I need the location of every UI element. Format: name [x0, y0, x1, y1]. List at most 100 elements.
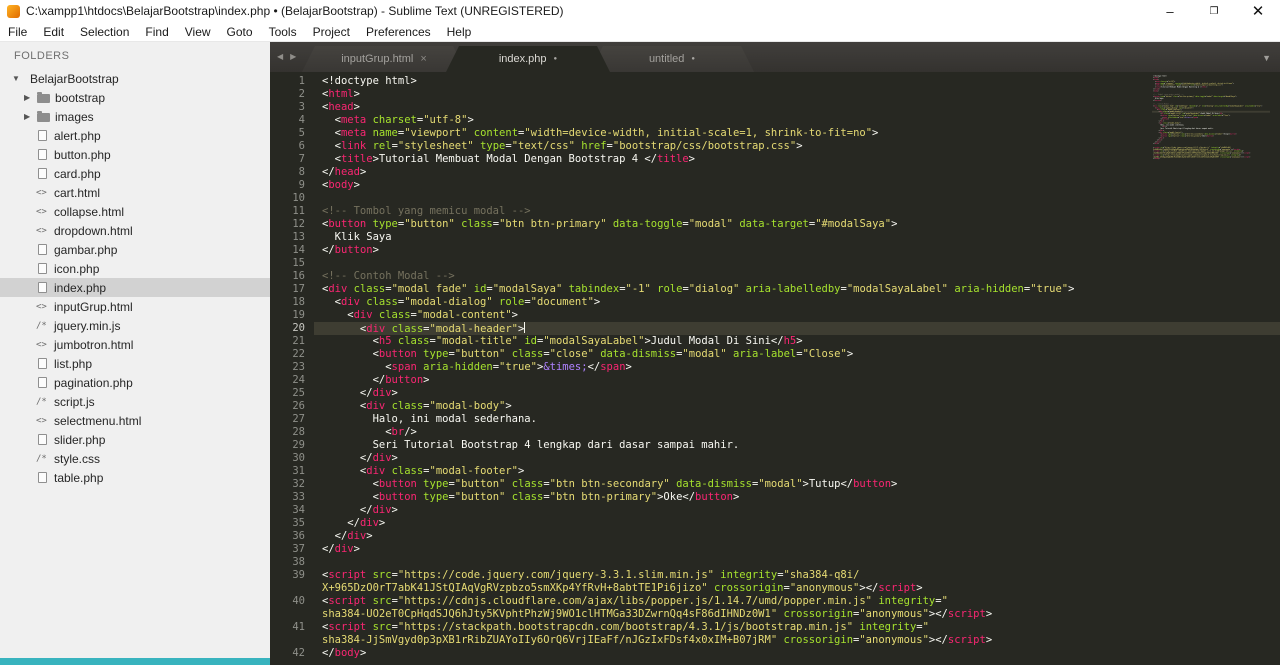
tree-item-dropdown.html[interactable]: <> dropdown.html [0, 221, 270, 240]
minimize-button[interactable]: – [1148, 0, 1192, 22]
code-line[interactable]: 28 <br/> [270, 426, 1280, 439]
tab-dirty-icon[interactable]: ● [554, 56, 558, 62]
code-line[interactable]: X+965DzO0rT7abK41JStQIAqVgRVzpbzo5smXKp4… [270, 582, 1280, 595]
tab-close-icon[interactable]: × [420, 53, 426, 65]
code-line[interactable]: 14 </button> [270, 244, 1280, 257]
tab-nav-back-icon[interactable]: ◀ [277, 52, 283, 61]
code-line[interactable]: 26 <div class="modal-body"> [270, 400, 1280, 413]
code-line[interactable]: 36 </div> [270, 530, 1280, 543]
tree-item-jquery.min.js[interactable]: /* jquery.min.js [0, 316, 270, 335]
menu-edit[interactable]: Edit [35, 23, 72, 41]
close-button[interactable]: ✕ [1236, 0, 1280, 22]
tree-item-gambar.php[interactable]: gambar.php [0, 240, 270, 259]
tree-item-icon.php[interactable]: icon.php [0, 259, 270, 278]
code-line[interactable]: 40 <script src="https://cdnjs.cloudflare.… [270, 595, 1280, 608]
code-line[interactable]: 13 Klik Saya [270, 231, 1280, 244]
code-line[interactable]: 37 </div> [270, 543, 1280, 556]
tree-item-BelajarBootstrap[interactable]: ▼ BelajarBootstrap [0, 69, 270, 88]
code-line[interactable]: 21 <h5 class="modal-title" id="modalSaya… [270, 335, 1280, 348]
code-line[interactable]: 22 <button type="button" class="close" d… [270, 348, 1280, 361]
code-line[interactable]: 32 <button type="button" class="btn btn-… [270, 478, 1280, 491]
tab-label: inputGrup.html [341, 53, 414, 65]
tree-item-collapse.html[interactable]: <> collapse.html [0, 202, 270, 221]
tree-item-alert.php[interactable]: alert.php [0, 126, 270, 145]
code-line[interactable]: 23 <span aria-hidden="true">&times;</spa… [270, 361, 1280, 374]
tree-item-card.php[interactable]: card.php [0, 164, 270, 183]
code-area[interactable]: 1 <!doctype html> 2 <html> 3 <head> 4 <meta ch… [270, 72, 1280, 665]
tree-item-inputGrup.html[interactable]: <> inputGrup.html [0, 297, 270, 316]
tab-inputGrup.html[interactable]: inputGrup.html × [302, 46, 466, 72]
code-line[interactable]: 15 [270, 257, 1280, 270]
tree-item-images[interactable]: ▶ images [0, 107, 270, 126]
menu-project[interactable]: Project [305, 23, 358, 41]
code-line[interactable]: 33 <button type="button" class="btn btn-… [270, 491, 1280, 504]
code-line[interactable]: 19 <div class="modal-content"> [270, 309, 1280, 322]
code-line[interactable]: 7 <title>Tutorial Membuat Modal Dengan B… [270, 153, 1280, 166]
code-line[interactable]: 12 <button type="button" class="btn btn-p… [270, 218, 1280, 231]
editor: 1 <!doctype html> 2 <html> 3 <head> 4 <meta ch… [270, 72, 1280, 665]
sidebar-horizontal-scrollbar[interactable] [0, 658, 270, 665]
code-line[interactable]: 35 </div> [270, 517, 1280, 530]
code-line[interactable]: 41 <script src="https://stackpath.bootstr… [270, 621, 1280, 634]
disclosure-collapsed-icon[interactable]: ▶ [24, 93, 37, 102]
code-line[interactable]: 38 [270, 556, 1280, 569]
menu-view[interactable]: View [177, 23, 219, 41]
tree-item-table.php[interactable]: table.php [0, 468, 270, 487]
tree-item-label: index.php [54, 280, 107, 295]
code-line[interactable]: 18 <div class="modal-dialog" role="docum… [270, 296, 1280, 309]
disclosure-collapsed-icon[interactable]: ▶ [24, 112, 37, 121]
code-line[interactable]: 29 Seri Tutorial Bootstrap 4 lengkap dar… [270, 439, 1280, 452]
tree-item-script.js[interactable]: /* script.js [0, 392, 270, 411]
code-line[interactable]: 24 </button> [270, 374, 1280, 387]
menu-tools[interactable]: Tools [261, 23, 305, 41]
code-line[interactable]: 1 <!doctype html> [270, 75, 1280, 88]
tree-item-style.css[interactable]: /* style.css [0, 449, 270, 468]
code-line[interactable]: 10 [270, 192, 1280, 205]
code-line[interactable]: 25 </div> [270, 387, 1280, 400]
code-line[interactable]: sha384-UO2eT0CpHqdSJQ6hJty5KVphtPhzWj9WO… [270, 608, 1280, 621]
tree-item-slider.php[interactable]: slider.php [0, 430, 270, 449]
menu-help[interactable]: Help [439, 23, 480, 41]
tree-item-button.php[interactable]: button.php [0, 145, 270, 164]
minimap[interactable]: 1<!doctype html>2<html>3<head>4 <meta ch… [1152, 75, 1270, 215]
tree-item-selectmenu.html[interactable]: <> selectmenu.html [0, 411, 270, 430]
tree-item-bootstrap[interactable]: ▶ bootstrap [0, 88, 270, 107]
menu-selection[interactable]: Selection [72, 23, 137, 41]
code-line[interactable]: 3 <head> [270, 101, 1280, 114]
code-line[interactable]: 8 </head> [270, 166, 1280, 179]
code-line[interactable]: 27 Halo, ini modal sederhana. [270, 413, 1280, 426]
code-line[interactable]: 39 <script src="https://code.jquery.com/j… [270, 569, 1280, 582]
code-line[interactable]: 16 <!-- Contoh Modal --> [270, 270, 1280, 283]
tree-item-jumbotron.html[interactable]: <> jumbotron.html [0, 335, 270, 354]
maximize-button[interactable]: ❐ [1192, 0, 1236, 22]
tree-item-index.php[interactable]: index.php [0, 278, 270, 297]
tree-item-pagination.php[interactable]: pagination.php [0, 373, 270, 392]
code-file-icon: <> [36, 187, 47, 198]
menu-find[interactable]: Find [137, 23, 176, 41]
code-line[interactable]: 17 <div class="modal fade" id="modalSaya"… [270, 283, 1280, 296]
code-line[interactable]: 11 <!-- Tombol yang memicu modal --> [270, 205, 1280, 218]
tree-item-list.php[interactable]: list.php [0, 354, 270, 373]
code-line[interactable]: 2 <html> [270, 88, 1280, 101]
menu-file[interactable]: File [0, 23, 35, 41]
code-line[interactable]: 9 <body> [270, 179, 1280, 192]
tab-label: untitled [648, 53, 685, 65]
code-line[interactable]: 4 <meta charset="utf-8"> [270, 114, 1280, 127]
disclosure-expanded-icon[interactable]: ▼ [12, 74, 25, 83]
tab-nav-forward-icon[interactable]: ▶ [290, 52, 296, 61]
code-line[interactable]: 30 </div> [270, 452, 1280, 465]
menu-preferences[interactable]: Preferences [358, 23, 439, 41]
code-line[interactable]: 20 <div class="modal-header"> [270, 322, 1280, 335]
tab-untitled[interactable]: untitled ● [590, 46, 754, 72]
code-line[interactable]: 5 <meta name="viewport" content="width=d… [270, 127, 1280, 140]
code-line[interactable]: 6 <link rel="stylesheet" type="text/css"… [270, 140, 1280, 153]
tab-index.php[interactable]: index.php ● [446, 46, 610, 72]
tab-overflow-icon[interactable]: ▼ [1262, 53, 1271, 63]
code-line[interactable]: 42 </body> [270, 647, 1280, 660]
menu-goto[interactable]: Goto [219, 23, 261, 41]
tab-dirty-icon[interactable]: ● [691, 56, 695, 62]
tree-item-cart.html[interactable]: <> cart.html [0, 183, 270, 202]
code-line[interactable]: 31 <div class="modal-footer"> [270, 465, 1280, 478]
code-line[interactable]: sha384-JjSmVgyd0p3pXB1rRibZUAYoIIy6OrQ6V… [270, 634, 1280, 647]
code-line[interactable]: 34 </div> [270, 504, 1280, 517]
